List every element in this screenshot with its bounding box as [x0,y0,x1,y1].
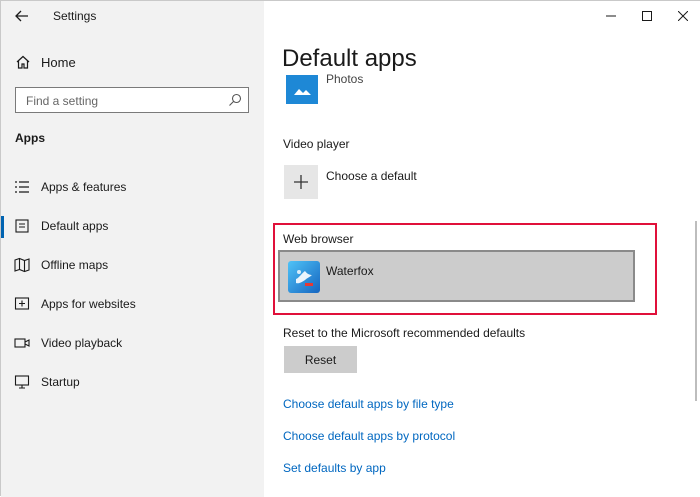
sidebar-item-apps-features[interactable]: Apps & features [1,169,264,208]
list-icon [15,181,29,193]
home-nav-item[interactable]: Home [1,49,264,75]
web-browser-label: Web browser [283,232,354,246]
search-input[interactable] [24,92,218,110]
sidebar-item-video-playback[interactable]: Video playback [1,325,264,364]
sidebar-item-label: Apps & features [41,180,127,194]
choose-defaults-by-file-type-link[interactable]: Choose default apps by file type [283,397,454,411]
map-icon [14,257,30,273]
sidebar-item-label: Default apps [41,219,109,233]
choose-defaults-by-protocol-link[interactable]: Choose default apps by protocol [283,429,455,443]
video-player-label: Video player [283,137,350,151]
sidebar-item-default-apps[interactable]: Default apps [1,208,264,247]
scrollbar[interactable] [695,221,697,401]
close-button[interactable] [665,1,700,31]
sidebar-item-startup[interactable]: Startup [1,364,264,403]
photos-app-button[interactable]: Photos [284,72,584,105]
video-player-app-label: Choose a default [326,169,417,183]
sidebar: Settings Home Apps Apps & features [1,1,264,497]
website-icon [14,297,30,310]
home-icon [16,55,30,69]
active-indicator [1,216,4,238]
app-title: Settings [53,9,97,23]
video-player-choose-button[interactable]: Choose a default [284,165,484,199]
photos-app-icon [286,75,318,104]
sidebar-item-label: Offline maps [41,258,109,272]
waterfox-icon [288,261,320,293]
close-icon [678,11,688,21]
sidebar-item-apps-for-websites[interactable]: Apps for websites [1,286,264,325]
sidebar-item-label: Video playback [41,336,123,350]
search-box[interactable] [15,87,249,113]
maximize-icon [642,11,652,21]
photos-label: Photos [326,72,364,86]
settings-window: Settings Home Apps Apps & features [0,0,700,497]
video-icon [14,338,30,348]
back-arrow-icon [15,10,28,22]
sidebar-item-offline-maps[interactable]: Offline maps [1,247,264,286]
back-button[interactable] [11,5,33,27]
web-browser-app-label: Waterfox [326,264,374,278]
sidebar-nav: Apps & features Default apps Offline map… [1,169,264,403]
default-apps-icon [15,219,29,233]
set-defaults-by-app-link[interactable]: Set defaults by app [283,461,386,475]
maximize-button[interactable] [629,1,665,31]
search-icon[interactable] [228,93,242,107]
web-browser-app-button[interactable]: Waterfox [278,250,635,302]
plus-icon [284,165,318,199]
startup-icon [14,375,30,389]
reset-label: Reset to the Microsoft recommended defau… [283,326,526,340]
sidebar-item-label: Apps for websites [41,297,136,311]
minimize-icon [606,15,616,17]
main-pane: Default apps Photos Video player Choose … [264,1,700,497]
section-title: Apps [15,131,45,145]
title-bar-left: Settings [1,1,264,31]
sidebar-item-label: Startup [41,375,80,389]
home-label: Home [41,55,76,70]
reset-button[interactable]: Reset [284,346,357,373]
minimize-button[interactable] [593,1,629,31]
window-controls [593,1,700,31]
page-title: Default apps [282,45,417,72]
